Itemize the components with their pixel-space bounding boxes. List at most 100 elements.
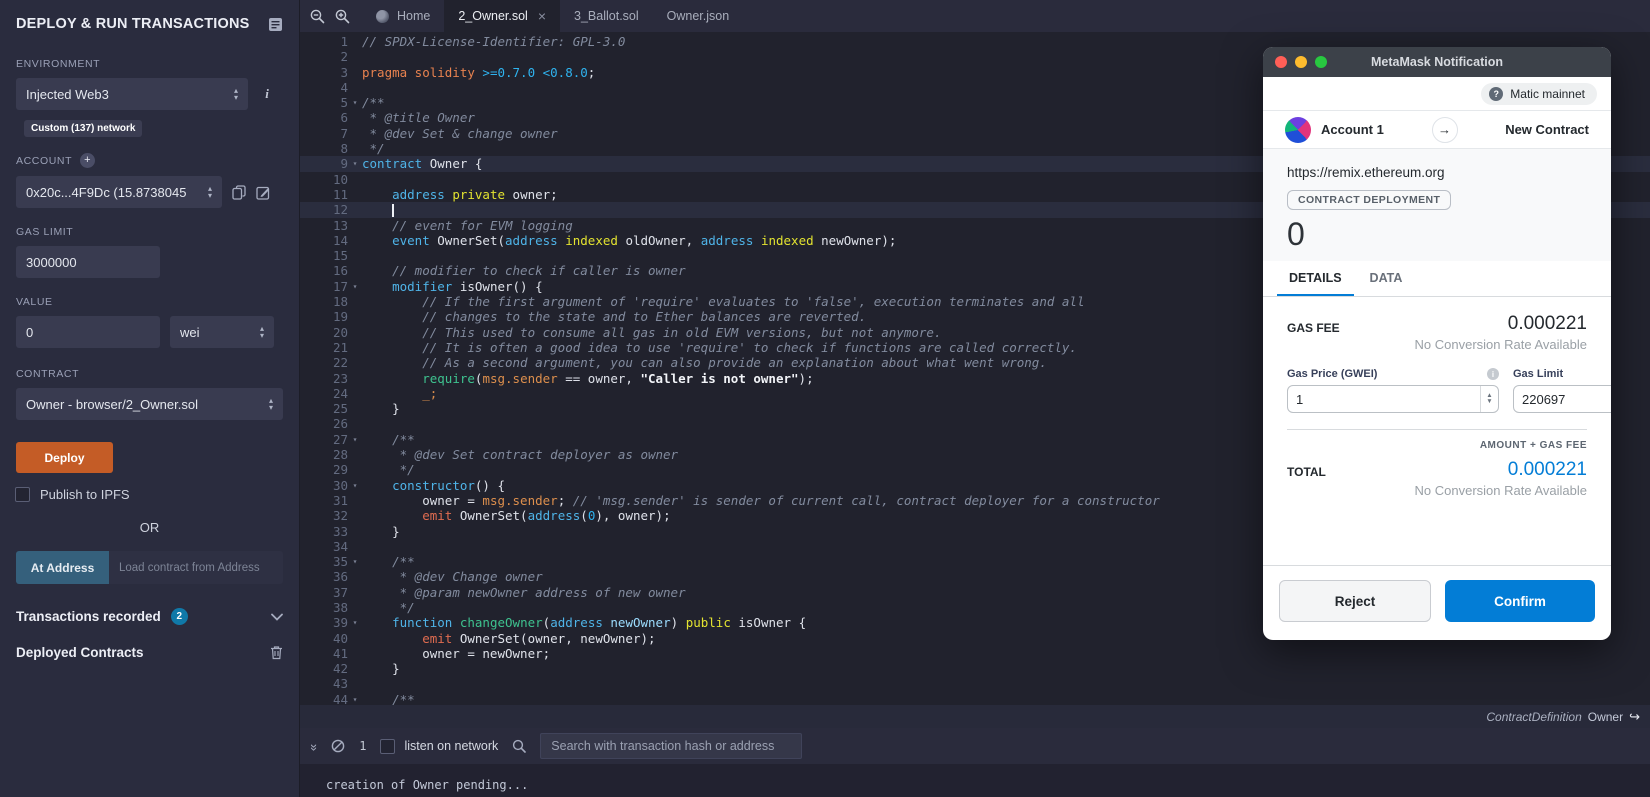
transaction-type-badge: CONTRACT DEPLOYMENT: [1287, 190, 1452, 210]
zoom-in-icon[interactable]: [335, 9, 350, 24]
terminal-output[interactable]: creation of Owner pending...: [300, 764, 1650, 797]
gas-price-info-icon[interactable]: i: [1487, 368, 1499, 380]
line-number: 35: [332, 554, 348, 570]
from-account[interactable]: Account 1: [1285, 116, 1384, 143]
gas-limit-input[interactable]: [1514, 391, 1611, 407]
line-number: 43: [332, 676, 348, 692]
environment-select[interactable]: Injected Web3 ▴ ▾: [16, 78, 248, 110]
clear-console-icon[interactable]: [331, 739, 345, 753]
publish-to-ipfs-checkbox[interactable]: [15, 487, 30, 502]
transactions-recorded-section[interactable]: Transactions recorded 2: [16, 608, 283, 625]
code-line[interactable]: 44 ▾ /**: [300, 692, 1650, 705]
line-number: 41: [332, 645, 348, 661]
expand-terminal-icon[interactable]: »: [307, 743, 322, 748]
listen-on-network-row[interactable]: listen on network: [380, 738, 498, 754]
contract-select[interactable]: Owner - browser/2_Owner.sol ▴ ▾: [16, 388, 283, 420]
deploy-button[interactable]: Deploy: [16, 442, 113, 473]
to-recipient: New Contract: [1505, 122, 1589, 137]
line-number: 31: [332, 492, 348, 508]
copy-address-icon[interactable]: [232, 184, 246, 200]
gas-limit-input[interactable]: 3000000: [16, 246, 160, 278]
value-unit-select[interactable]: wei ▴ ▾: [170, 316, 274, 348]
zoom-out-icon[interactable]: [310, 9, 325, 24]
code-line[interactable]: 41 owner = newOwner;: [300, 646, 1650, 661]
line-number: 40: [332, 630, 348, 646]
fold-arrow-icon[interactable]: ▾: [348, 95, 362, 110]
line-number: 23: [332, 370, 348, 386]
account-select[interactable]: 0x20c...4F9Dc (15.8738045 ▴ ▾: [16, 176, 222, 208]
total-conversion: No Conversion Rate Available: [1414, 483, 1587, 498]
origin-url: https://remix.ethereum.org: [1287, 165, 1445, 180]
code-line[interactable]: 43: [300, 676, 1650, 691]
reject-button[interactable]: Reject: [1279, 580, 1431, 622]
tab-details[interactable]: DETAILS: [1277, 271, 1354, 296]
code-line[interactable]: 42 }: [300, 661, 1650, 676]
trash-icon[interactable]: [270, 645, 283, 660]
documentation-icon[interactable]: [268, 17, 283, 32]
line-number: 27: [332, 431, 348, 447]
line-number: 28: [332, 447, 348, 463]
line-number: 22: [332, 355, 348, 371]
terminal-search-input[interactable]: [540, 733, 803, 759]
contract-label: CONTRACT: [16, 368, 80, 380]
line-number: 34: [332, 538, 348, 554]
fold-arrow-icon[interactable]: ▾: [348, 478, 362, 493]
ast-node-name: Owner: [1587, 709, 1624, 724]
editor-statusbar: ContractDefinition Owner ↪: [300, 705, 1650, 728]
line-number: 17: [332, 278, 348, 294]
fold-arrow-icon[interactable]: ▾: [348, 156, 362, 171]
metamask-titlebar[interactable]: MetaMask Notification: [1263, 47, 1611, 77]
confirm-button[interactable]: Confirm: [1445, 580, 1595, 622]
add-account-icon[interactable]: +: [80, 153, 96, 168]
line-number: 18: [332, 294, 348, 310]
listen-on-network-checkbox[interactable]: [380, 738, 396, 754]
network-selector[interactable]: ? Matic mainnet: [1481, 82, 1597, 105]
metamask-notification-window: MetaMask Notification ? Matic mainnet Ac…: [1263, 47, 1611, 640]
fold-arrow-icon[interactable]: ▾: [348, 279, 362, 294]
value-input[interactable]: 0: [16, 316, 160, 348]
environment-label: ENVIRONMENT: [16, 58, 101, 70]
tab-home[interactable]: Home: [362, 0, 444, 32]
line-number: 8: [340, 141, 348, 157]
goto-reference-icon[interactable]: ↪: [1629, 709, 1640, 725]
gas-fee-label: GAS FEE: [1287, 321, 1340, 335]
network-help-icon: ?: [1489, 86, 1504, 101]
tab-owner-json[interactable]: Owner.json: [653, 0, 744, 32]
publish-to-ipfs-row[interactable]: Publish to IPFS: [15, 487, 283, 502]
tab-2-owner-sol[interactable]: 2_Owner.sol ×: [444, 0, 561, 32]
fold-arrow-icon[interactable]: ▾: [348, 615, 362, 630]
fold-arrow-icon[interactable]: ▾: [348, 432, 362, 447]
tab-data[interactable]: DATA: [1358, 271, 1415, 296]
at-address-button[interactable]: At Address: [16, 551, 109, 584]
chevron-down-icon[interactable]: [271, 613, 283, 621]
close-tab-icon[interactable]: ×: [538, 8, 546, 24]
fold-arrow-icon[interactable]: ▾: [348, 554, 362, 569]
fold-arrow-icon[interactable]: ▾: [348, 692, 362, 705]
environment-info-icon[interactable]: i: [258, 86, 276, 102]
line-number: 25: [332, 401, 348, 417]
gas-fee-value: 0.000221: [1507, 313, 1587, 334]
tab-3-ballot-sol[interactable]: 3_Ballot.sol: [560, 0, 653, 32]
gas-price-stepper[interactable]: ▲ ▼: [1480, 386, 1498, 412]
gas-price-input[interactable]: [1288, 391, 1480, 407]
sign-message-icon[interactable]: [256, 185, 271, 200]
at-address-input[interactable]: [109, 551, 283, 584]
panel-title: DEPLOY & RUN TRANSACTIONS: [16, 16, 250, 32]
